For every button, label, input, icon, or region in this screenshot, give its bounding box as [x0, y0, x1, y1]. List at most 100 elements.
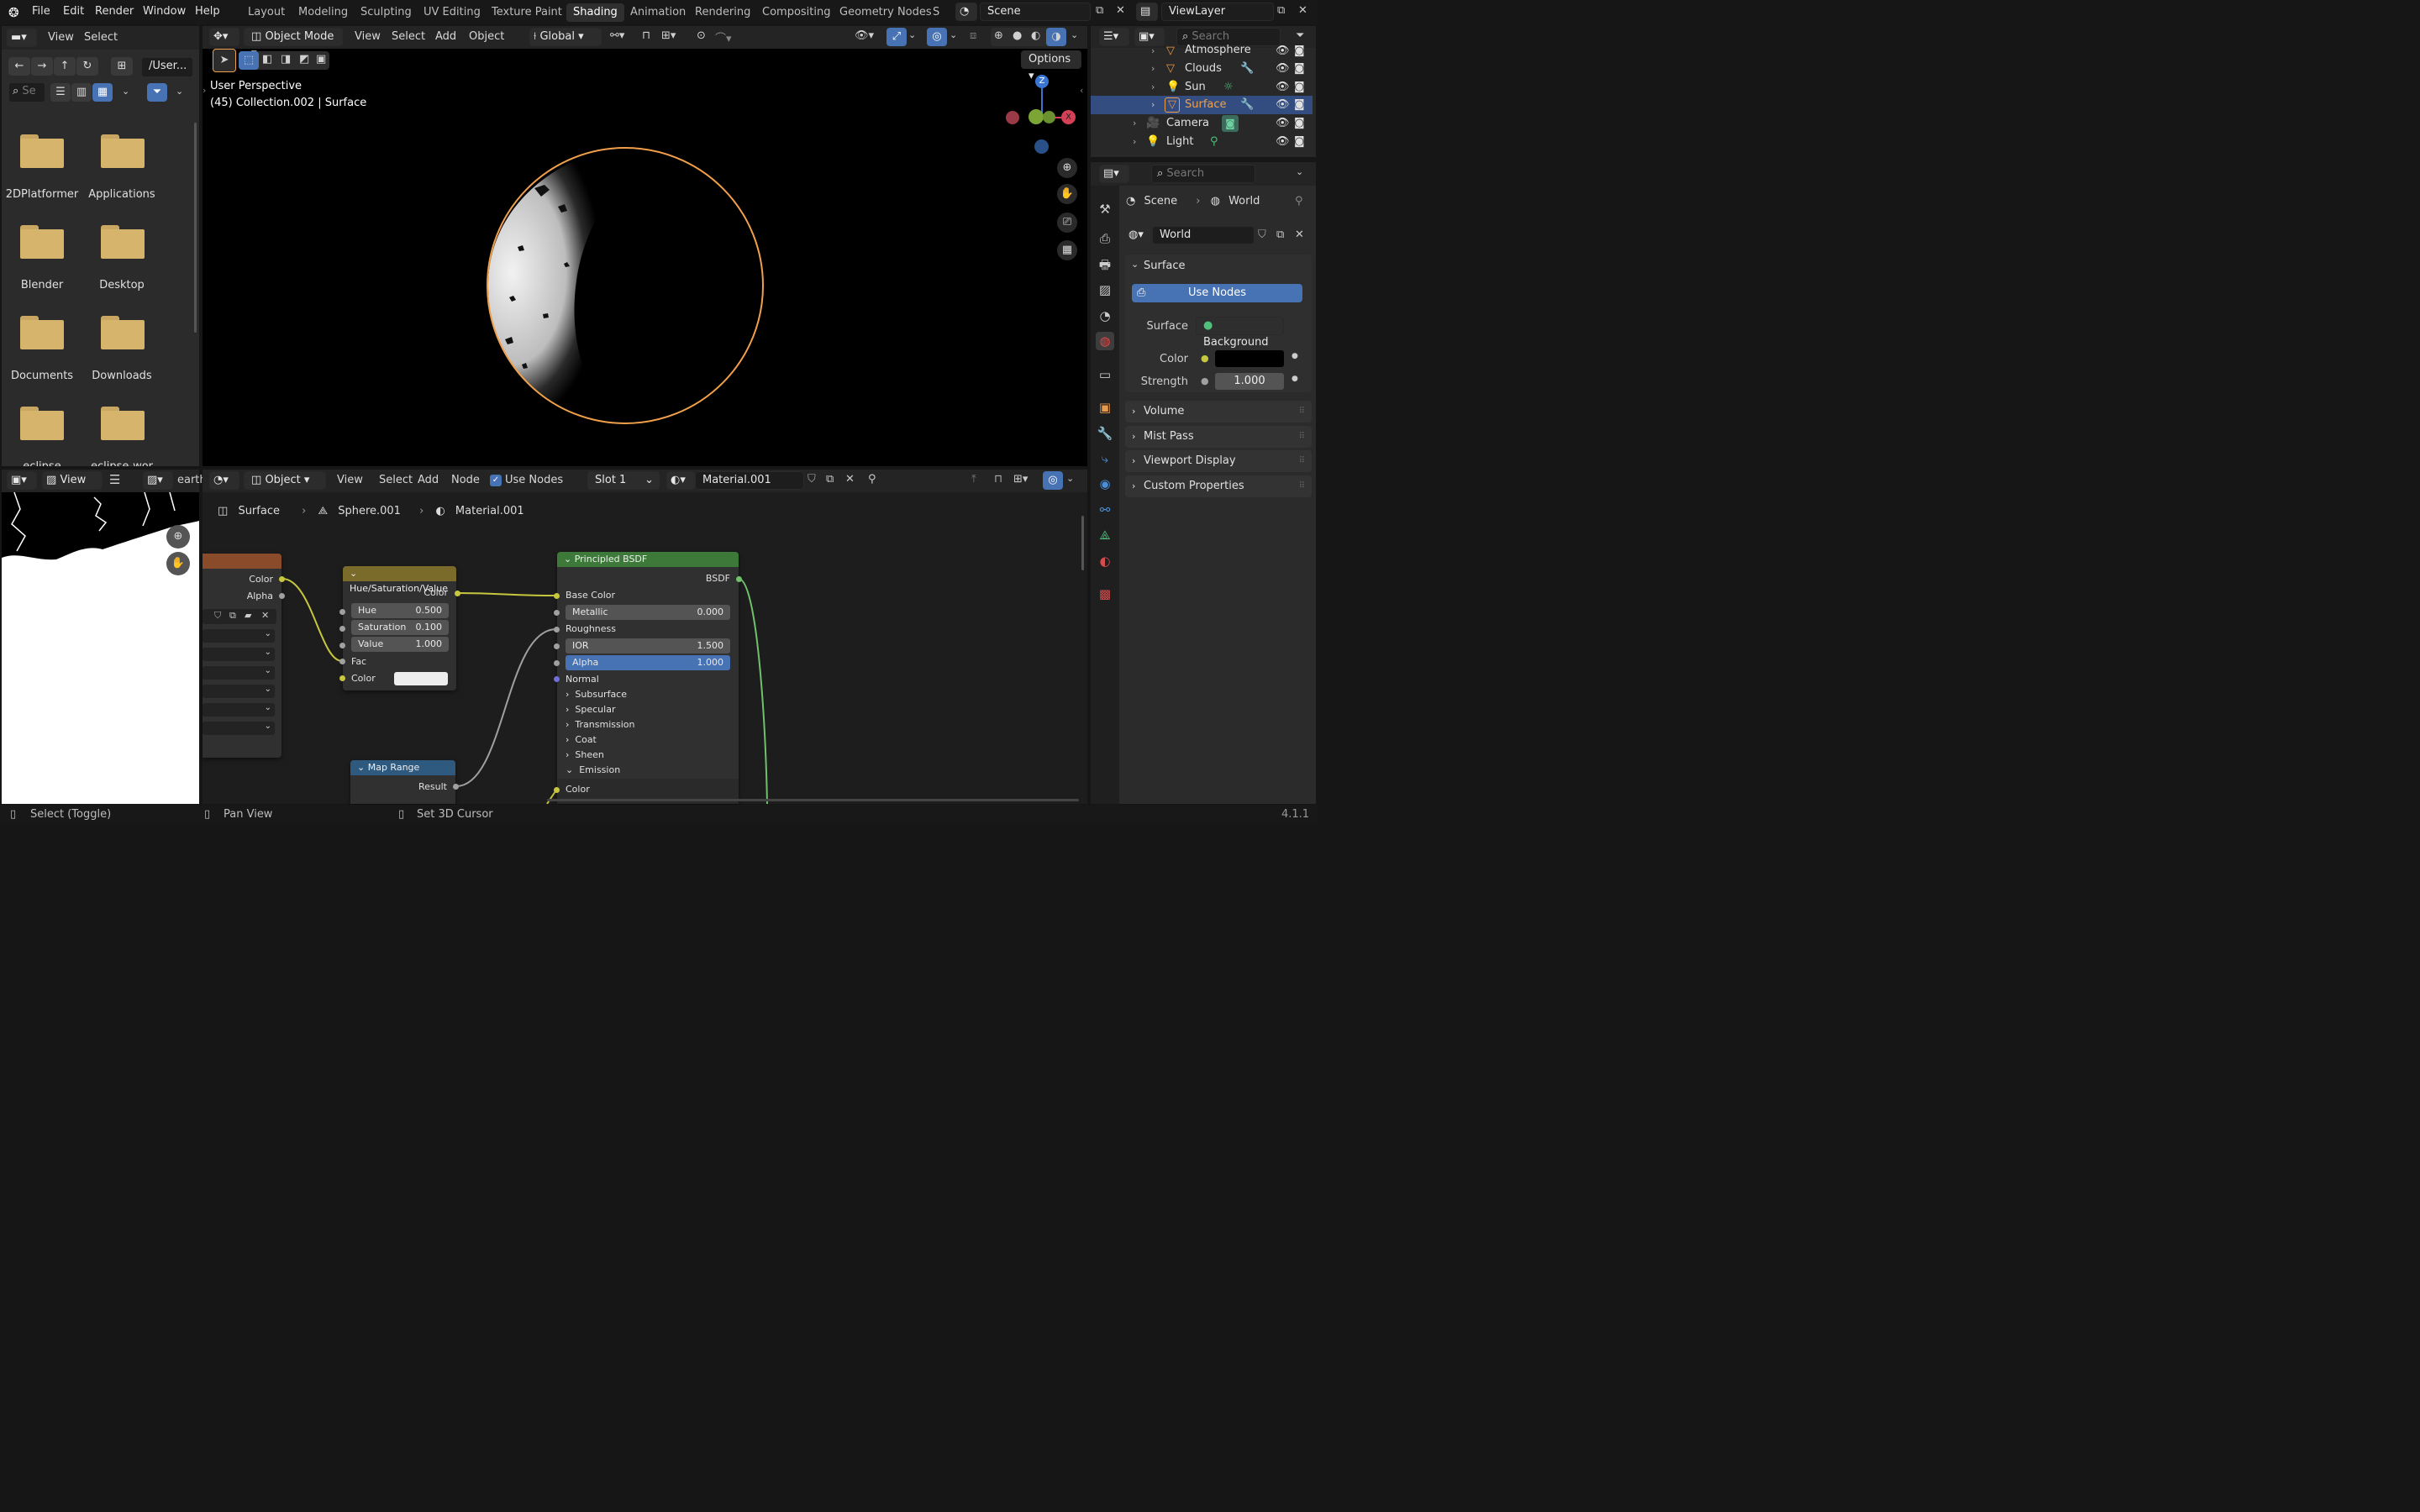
render-camera-icon[interactable]: ◙ [1294, 96, 1305, 114]
scene-field[interactable]: Scene [980, 3, 1091, 21]
delete-scene-icon[interactable]: ✕ [1116, 4, 1125, 17]
material-tab-icon[interactable]: ◐ [1096, 552, 1114, 570]
folder-icon[interactable] [101, 134, 145, 168]
map-range-result-socket[interactable] [453, 784, 459, 790]
vp-menu-object[interactable]: Object [469, 28, 504, 46]
map-range-node[interactable]: ⌄ Map Range Result [350, 760, 455, 804]
image-datablock-field[interactable]: ⛉ ⧉ ▰ ✕ [203, 609, 276, 624]
panel-specular[interactable]: › Specular [566, 704, 615, 715]
camera-data-icon[interactable]: ◙ [1222, 115, 1239, 132]
image-fake-user-icon[interactable]: ⛉ [214, 610, 221, 622]
filter-chevron-down-icon[interactable]: ⌄ [176, 86, 183, 97]
projection-dropdown[interactable]: ⌄ [203, 648, 275, 661]
select-intersect-icon[interactable]: ▣ [316, 53, 326, 66]
parent-dir-icon[interactable]: ↑ [54, 57, 76, 76]
node-editor[interactable]: ◔▾ ◫ Object ▾ View Select Add Node ✓ Use… [203, 470, 1087, 804]
tab-shading[interactable]: Shading [566, 3, 624, 22]
render-tab-icon[interactable]: ⎙ [1096, 229, 1114, 248]
tab-texture-paint[interactable]: Texture Paint [485, 3, 569, 22]
panel-transmission[interactable]: › Transmission [566, 719, 634, 730]
gizmo-x-axis[interactable]: X [1061, 110, 1076, 124]
saturation-slider[interactable]: Saturation 0.100 [351, 620, 449, 635]
expand-chevron-icon[interactable]: › [1151, 60, 1155, 78]
sidebar-toggle-icon[interactable]: ‹ [1080, 85, 1083, 96]
tab-rendering[interactable]: Rendering [688, 3, 757, 22]
gizmo-y-axis[interactable] [1028, 109, 1044, 124]
node-editor-hscrollbar[interactable] [547, 799, 1079, 801]
folder-icon[interactable] [101, 225, 145, 259]
collection-tab-icon[interactable]: ▭ [1096, 365, 1114, 384]
folder-icon[interactable] [20, 316, 64, 349]
eye-visibility-icon[interactable]: 👁 [1276, 78, 1290, 97]
section-viewport-display[interactable]: › Viewport Display ⠿ [1125, 450, 1312, 472]
view-layer-selector[interactable]: ▤ [1136, 3, 1158, 21]
extension-dropdown[interactable]: ⌄ [203, 666, 275, 680]
bsdf-output-socket[interactable] [736, 576, 742, 582]
outliner-item-light[interactable]: › 💡 Light ⚲ 👁 ◙ [1091, 133, 1313, 151]
outliner-item-surface[interactable]: › ▽ Surface 🔧 👁 ◙ [1091, 96, 1313, 114]
sun-light-data-icon[interactable]: ☼ [1223, 78, 1234, 97]
metallic-socket[interactable] [554, 610, 560, 616]
fb-menu-select[interactable]: Select [84, 29, 118, 47]
metallic-slider[interactable]: Metallic 0.000 [566, 605, 730, 620]
folder-label[interactable]: Desktop [76, 279, 168, 291]
overlay-chevron-icon[interactable]: ⌄ [950, 29, 957, 40]
3d-viewport[interactable]: ✥▾ ◫ Object Mode ▾ View Select Add Objec… [203, 26, 1087, 466]
section-expanded-chevron-icon[interactable]: ⌄ [1131, 259, 1139, 270]
filter-icon[interactable]: ⏷ [147, 83, 167, 102]
snap-icon[interactable]: ⊓ [642, 29, 650, 42]
eye-visibility-icon[interactable]: 👁 [1276, 133, 1290, 151]
modifiers-tab-icon[interactable]: 🔧 [1096, 424, 1114, 443]
folder-icon[interactable] [20, 407, 64, 440]
outliner-filter-icon[interactable]: ⏷ [1296, 29, 1304, 42]
properties-search-input[interactable]: ⌕ Search [1151, 165, 1255, 183]
gizmo-chevron-icon[interactable]: ⌄ [908, 29, 916, 40]
physics-tab-icon[interactable]: ◉ [1096, 475, 1114, 493]
value-socket[interactable] [339, 643, 345, 648]
texture-tab-icon[interactable]: ▩ [1096, 585, 1114, 603]
render-camera-icon[interactable]: ◙ [1294, 42, 1305, 59]
interpolation-dropdown[interactable]: ⌄ [203, 629, 275, 643]
expand-chevron-icon[interactable]: › [1151, 78, 1155, 97]
world-color-swatch[interactable] [1215, 350, 1284, 367]
fb-menu-view[interactable]: View [48, 29, 74, 47]
wireframe-shading-icon[interactable]: ⊕ [994, 29, 1003, 42]
gizmo-z-axis[interactable]: Z [1035, 75, 1049, 88]
eye-visibility-icon[interactable]: 👁 [1276, 96, 1290, 114]
saturation-socket[interactable] [339, 626, 345, 632]
expand-chevron-icon[interactable]: › [1133, 133, 1136, 151]
viewport-editor-type[interactable]: ✥▾ [209, 28, 239, 46]
image-alpha-socket[interactable] [279, 593, 285, 599]
path-field[interactable]: /User... [141, 57, 193, 77]
view-layer-field[interactable]: ViewLayer [1161, 3, 1274, 21]
menu-file[interactable]: File [32, 5, 50, 18]
collapse-chevron-icon[interactable]: ⌄ [357, 762, 365, 773]
thumbnails-icon[interactable]: ▦ [92, 83, 113, 102]
panel-coat[interactable]: › Coat [566, 734, 597, 745]
collapse-chevron-icon[interactable]: ⌄ [350, 568, 357, 579]
animate-property-icon[interactable]: ● [1292, 352, 1298, 360]
solid-shading-icon[interactable]: ● [1013, 29, 1022, 42]
colorspace-dropdown[interactable]: ⌄ [203, 703, 275, 717]
shading-chevron-icon[interactable]: ⌄ [1071, 29, 1078, 40]
select-extend-icon[interactable]: ◧ [262, 53, 272, 66]
principled-bsdf-node[interactable]: ⌄ Principled BSDF BSDF Base Color Metall… [557, 552, 739, 804]
zoom-view-icon[interactable]: ⊕ [1057, 158, 1077, 178]
properties-editor-type[interactable]: ▤▾ [1099, 165, 1129, 183]
normal-socket[interactable] [554, 676, 560, 682]
image-open-icon[interactable]: ▰ [245, 610, 251, 621]
folder-icon[interactable] [20, 225, 64, 259]
scene-selector[interactable]: ◔ [955, 3, 977, 21]
properties-pin-icon[interactable]: ⚲ [1295, 195, 1303, 207]
use-nodes-button[interactable]: ⎙ Use Nodes [1132, 284, 1302, 302]
select-tool-icon[interactable]: ➤ [213, 49, 236, 72]
section-mist-pass[interactable]: › Mist Pass ⠿ [1125, 426, 1312, 448]
render-camera-icon[interactable]: ◙ [1294, 60, 1305, 78]
hsv-color-output-socket[interactable] [455, 591, 460, 596]
camera-view-icon[interactable]: ⎚ [1057, 213, 1077, 233]
ortho-grid-icon[interactable]: ▦ [1057, 240, 1077, 260]
pivot-icon[interactable]: ⚯▾ [610, 29, 624, 42]
animate-property-icon[interactable]: ● [1292, 375, 1298, 383]
render-camera-icon[interactable]: ◙ [1294, 78, 1305, 97]
world-duplicate-icon[interactable]: ⧉ [1276, 228, 1284, 241]
